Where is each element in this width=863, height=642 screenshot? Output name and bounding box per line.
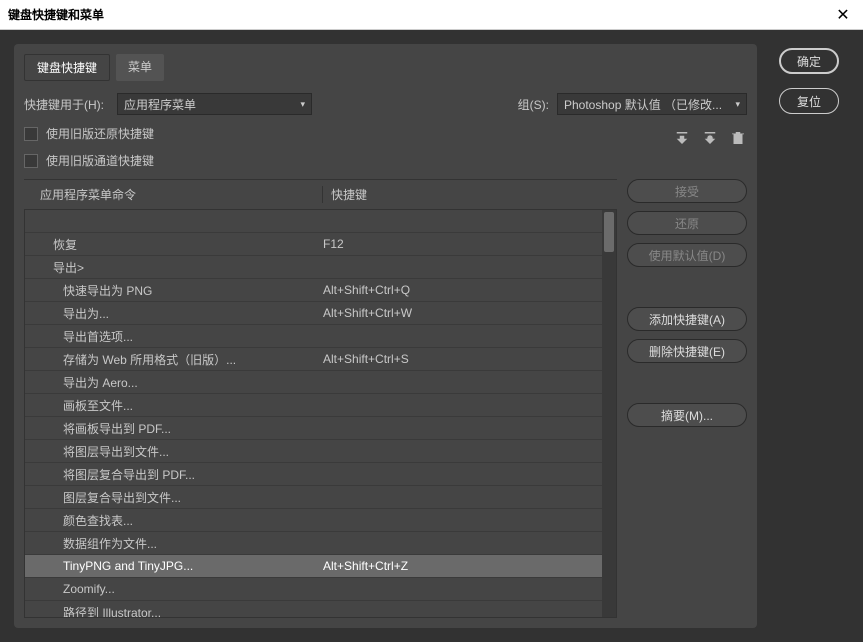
shortcut-key: F12 [315,237,616,251]
command-name: 将画板导出到 PDF... [25,420,315,437]
command-name: 导出> [25,259,315,276]
legacy-undo-checkbox[interactable] [24,127,38,141]
command-name: 图层复合导出到文件... [25,489,315,506]
accept-button[interactable]: 接受 [627,179,747,203]
tab-keyboard-shortcuts[interactable]: 键盘快捷键 [24,54,110,81]
list-item[interactable]: 路径到 Illustrator... [25,601,616,617]
set-dropdown[interactable]: Photoshop 默认值 （已修改... ▾ [557,93,747,115]
dialog-content: 键盘快捷键 菜单 快捷键用于(H): 应用程序菜单 ▾ 使用旧版还原快捷键 [0,30,863,642]
list-item[interactable]: 导出为...Alt+Shift+Ctrl+W [25,302,616,325]
list-header: 应用程序菜单命令 快捷键 [24,179,617,210]
list-item[interactable]: 导出为 Aero... [25,371,616,394]
list-item[interactable]: 导出> [25,256,616,279]
command-name: 将图层复合导出到 PDF... [25,466,315,483]
command-name: 路径到 Illustrator... [25,604,315,618]
command-name: 数据组作为文件... [25,535,315,552]
command-name: 将图层导出到文件... [25,443,315,460]
command-name: TinyPNG and TinyJPG... [25,559,315,573]
shortcuts-for-dropdown[interactable]: 应用程序菜单 ▾ [117,93,312,115]
summary-button[interactable]: 摘要(M)... [627,403,747,427]
default-button[interactable]: 使用默认值(D) [627,243,747,267]
list-item[interactable]: 快速导出为 PNGAlt+Shift+Ctrl+Q [25,279,616,302]
tab-menus[interactable]: 菜单 [116,54,164,81]
add-shortcut-button[interactable]: 添加快捷键(A) [627,307,747,331]
list-item[interactable]: 存储为 Web 所用格式（旧版）...Alt+Shift+Ctrl+S [25,348,616,371]
shortcut-key: Alt+Shift+Ctrl+W [315,306,616,320]
shortcuts-for-label: 快捷键用于(H): [24,96,109,113]
command-name: 导出首选项... [25,328,315,345]
delete-shortcut-button[interactable]: 删除快捷键(E) [627,339,747,363]
list-item[interactable]: 导出首选项... [25,325,616,348]
shortcut-key: Alt+Shift+Ctrl+S [315,352,616,366]
ok-button[interactable]: 确定 [779,48,839,74]
list-item[interactable]: 将图层复合导出到 PDF... [25,463,616,486]
shortcuts-for-value: 应用程序菜单 [124,96,196,113]
list-item[interactable]: 画板至文件... [25,394,616,417]
scrollbar[interactable] [602,210,616,617]
shortcut-list: 恢复F12导出>快速导出为 PNGAlt+Shift+Ctrl+Q导出为...A… [24,210,617,618]
button-panel: 接受 还原 使用默认值(D) 添加快捷键(A) 删除快捷键(E) 摘要(M)..… [627,179,747,618]
command-name: Zoomify... [25,582,315,596]
scrollbar-thumb[interactable] [604,212,614,252]
main-panel: 键盘快捷键 菜单 快捷键用于(H): 应用程序菜单 ▾ 使用旧版还原快捷键 [14,44,757,628]
titlebar: 键盘快捷键和菜单 ✕ [0,0,863,30]
undo-button[interactable]: 还原 [627,211,747,235]
set-value: Photoshop 默认值 （已修改... [564,96,722,113]
list-item[interactable]: 数据组作为文件... [25,532,616,555]
new-set-icon[interactable] [701,129,719,147]
legacy-channel-checkbox[interactable] [24,154,38,168]
legacy-channel-label: 使用旧版通道快捷键 [46,152,154,169]
list-item[interactable]: Zoomify... [25,578,616,601]
tab-bar: 键盘快捷键 菜单 [24,54,747,81]
command-name: 导出为 Aero... [25,374,315,391]
save-set-icon[interactable] [673,129,691,147]
dialog-title: 键盘快捷键和菜单 [8,6,831,23]
side-buttons: 确定 复位 [769,44,849,628]
reset-button[interactable]: 复位 [779,88,839,114]
column-command: 应用程序菜单命令 [32,186,322,203]
shortcut-key: Alt+Shift+Ctrl+Z [315,559,616,573]
column-shortcut: 快捷键 [322,186,609,203]
command-name: 颜色查找表... [25,512,315,529]
dialog-window: 键盘快捷键和菜单 ✕ 键盘快捷键 菜单 快捷键用于(H): 应用程序菜单 ▾ [0,0,863,642]
list-item[interactable]: 将图层导出到文件... [25,440,616,463]
trash-icon[interactable] [729,129,747,147]
command-name: 存储为 Web 所用格式（旧版）... [25,351,315,368]
list-item[interactable]: 恢复F12 [25,233,616,256]
legacy-undo-label: 使用旧版还原快捷键 [46,125,154,142]
command-name: 导出为... [25,305,315,322]
list-item[interactable]: 图层复合导出到文件... [25,486,616,509]
chevron-down-icon: ▾ [300,99,305,110]
set-label: 组(S): [518,96,549,113]
command-name: 画板至文件... [25,397,315,414]
close-icon[interactable]: ✕ [831,5,855,25]
list-item[interactable]: TinyPNG and TinyJPG...Alt+Shift+Ctrl+Z [25,555,616,578]
command-name: 快速导出为 PNG [25,282,315,299]
chevron-down-icon: ▾ [735,99,740,110]
list-item[interactable]: 将画板导出到 PDF... [25,417,616,440]
list-item[interactable]: 颜色查找表... [25,509,616,532]
command-name: 恢复 [25,236,315,253]
shortcut-key: Alt+Shift+Ctrl+Q [315,283,616,297]
